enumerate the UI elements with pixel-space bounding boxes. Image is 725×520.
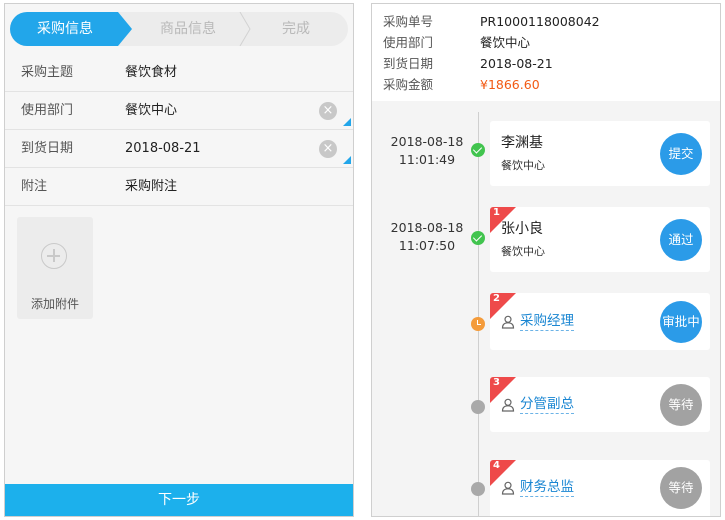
chevron-right-icon xyxy=(239,12,251,46)
approver-name: 张小良 xyxy=(501,221,543,237)
order-number: PR1000118008042 xyxy=(480,14,600,29)
status-done-icon xyxy=(471,143,485,157)
next-step-button[interactable]: 下一步 xyxy=(5,484,353,516)
step-label: 商品信息 xyxy=(160,21,216,37)
approver-dept: 餐饮中心 xyxy=(501,159,545,172)
info-row-order-no: 采购单号 PR1000118008042 xyxy=(372,11,720,32)
info-label: 使用部门 xyxy=(383,35,434,50)
step-label: 完成 xyxy=(282,21,310,37)
step-number: 4 xyxy=(493,460,500,471)
approver-role-link[interactable]: 采购经理 xyxy=(520,313,574,331)
step-complete[interactable]: 完成 xyxy=(244,12,348,46)
status-pending-icon xyxy=(471,317,485,331)
info-label: 采购金额 xyxy=(383,77,434,92)
step-product-info[interactable]: 商品信息 xyxy=(130,12,246,46)
department-value: 餐饮中心 xyxy=(480,35,531,50)
approver-dept: 餐饮中心 xyxy=(501,245,545,258)
timeline-card-approver-2[interactable]: 2 采购经理 审批中 xyxy=(490,293,710,350)
info-row-amount: 采购金额 ¥1866.60 xyxy=(372,74,720,95)
delivery-date-value: 2018-08-21 xyxy=(480,56,553,71)
timeline-line xyxy=(478,112,479,516)
form-row-subject[interactable]: 采购主题 餐饮食材 xyxy=(5,54,353,92)
step-number: 2 xyxy=(493,293,500,304)
user-role-icon xyxy=(501,481,515,495)
timestamp-time: 11:07:50 xyxy=(398,238,456,253)
add-attachment-button[interactable]: 添加附件 xyxy=(17,217,93,319)
timeline-card-submitter[interactable]: 李渊基 餐饮中心 提交 xyxy=(490,121,710,186)
info-row-delivery-date: 到货日期 2018-08-21 xyxy=(372,53,720,74)
plus-circle-icon xyxy=(41,243,67,269)
info-label: 采购单号 xyxy=(383,14,434,29)
status-wait-icon xyxy=(471,482,485,496)
timeline-timestamp: 2018-08-18 11:07:50 xyxy=(384,219,470,255)
step-number: 3 xyxy=(493,377,500,388)
user-role-icon xyxy=(501,398,515,412)
delivery-date-picker[interactable]: 2018-08-21 xyxy=(125,130,201,168)
subject-input[interactable]: 餐饮食材 xyxy=(125,54,177,92)
user-role-icon xyxy=(501,315,515,329)
timestamp-date: 2018-08-18 xyxy=(390,134,464,149)
purchase-info-panel: 采购单号 PR1000118008042 使用部门 餐饮中心 到货日期 2018… xyxy=(372,4,720,101)
timeline-card-approver-3[interactable]: 3 分管副总 等待 xyxy=(490,377,710,432)
submit-status-badge: 提交 xyxy=(660,133,702,175)
purchase-form-screen: 商品信息 完成 采购信息 采购主题 餐饮食材 使用部门 餐饮中心 × 到货日期 … xyxy=(4,3,354,517)
approver-name: 李渊基 xyxy=(501,135,543,151)
clear-icon[interactable]: × xyxy=(319,102,337,120)
step-label: 采购信息 xyxy=(37,21,93,37)
timestamp-time: 11:01:49 xyxy=(398,152,456,167)
approver-role-link[interactable]: 分管副总 xyxy=(520,396,574,414)
status-wait-icon xyxy=(471,400,485,414)
approval-detail-screen: 采购单号 PR1000118008042 使用部门 餐饮中心 到货日期 2018… xyxy=(371,3,721,517)
step-progress-bar: 商品信息 完成 采购信息 xyxy=(10,12,348,46)
waiting-status-badge: 等待 xyxy=(660,384,702,426)
info-row-department: 使用部门 餐饮中心 xyxy=(372,32,720,53)
corner-triangle-icon xyxy=(343,156,351,164)
form-row-note[interactable]: 附注 采购附注 xyxy=(5,168,353,206)
approver-role-link[interactable]: 财务总监 xyxy=(520,479,574,497)
field-label: 采购主题 xyxy=(21,65,74,80)
clear-icon[interactable]: × xyxy=(319,140,337,158)
approved-status-badge: 通过 xyxy=(660,219,702,261)
step-purchase-info[interactable]: 采购信息 xyxy=(10,12,132,46)
timeline-card-approver-4[interactable]: 4 财务总监 等待 xyxy=(490,460,710,516)
field-label: 附注 xyxy=(21,179,48,194)
waiting-status-badge: 等待 xyxy=(660,467,702,509)
step-number: 1 xyxy=(493,207,500,218)
info-label: 到货日期 xyxy=(383,56,434,71)
form-row-department[interactable]: 使用部门 餐饮中心 × xyxy=(5,92,353,130)
timeline-card-approver-1[interactable]: 1 张小良 餐饮中心 通过 xyxy=(490,207,710,272)
status-done-icon xyxy=(471,231,485,245)
purchase-amount: ¥1866.60 xyxy=(480,77,540,92)
reviewing-status-badge: 审批中 xyxy=(660,301,702,343)
timestamp-date: 2018-08-18 xyxy=(390,220,464,235)
field-label: 到货日期 xyxy=(21,141,74,156)
form-row-delivery-date[interactable]: 到货日期 2018-08-21 × xyxy=(5,130,353,168)
corner-triangle-icon xyxy=(343,118,351,126)
note-input[interactable]: 采购附注 xyxy=(125,168,177,206)
timeline-timestamp: 2018-08-18 11:01:49 xyxy=(384,133,470,169)
department-select[interactable]: 餐饮中心 xyxy=(125,92,177,130)
purchase-form: 采购主题 餐饮食材 使用部门 餐饮中心 × 到货日期 2018-08-21 × … xyxy=(5,54,353,206)
add-attachment-label: 添加附件 xyxy=(30,297,79,311)
field-label: 使用部门 xyxy=(21,103,74,118)
